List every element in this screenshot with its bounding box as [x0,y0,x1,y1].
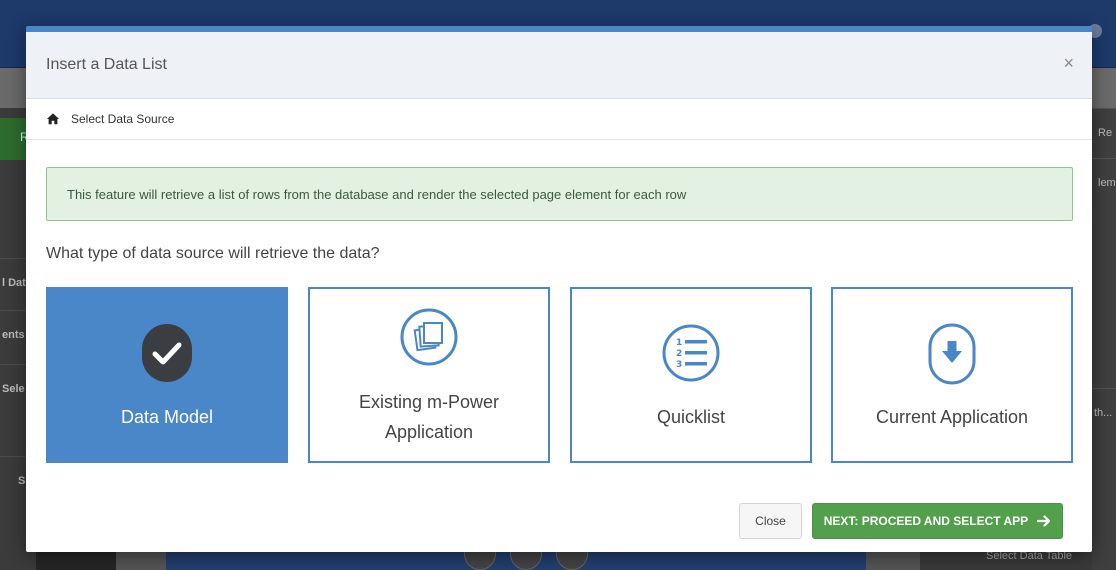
breadcrumb: Select Data Source [26,99,1092,140]
card-current-application[interactable]: Current Application [831,287,1073,463]
card-label: Data Model [120,407,214,427]
modal-header: Insert a Data List × [26,32,1092,99]
modal-title: Insert a Data List [46,56,167,73]
bg-right-panel: Re lem th... [1092,108,1116,570]
data-source-options: Data Model Existing m-Power Application … [46,287,1073,463]
copy-pages-icon [400,308,458,366]
next-button-label: NEXT: PROCEED AND SELECT APP [823,514,1028,528]
check-icon [142,324,192,382]
bg-right-item: Re [1092,108,1116,158]
arrow-right-icon [1037,515,1051,527]
home-icon[interactable] [46,112,60,126]
breadcrumb-current: Select Data Source [71,112,175,126]
card-quicklist[interactable]: 1 2 3 Quicklist [570,287,812,463]
close-icon[interactable]: × [1063,54,1074,72]
question-label: What type of data source will retrieve t… [46,245,380,262]
svg-text:1: 1 [676,338,682,348]
alert-text: This feature will retrieve a list of row… [67,187,687,202]
card-label: Current Application [875,407,1029,427]
close-button[interactable]: Close [739,503,802,539]
insert-data-list-modal: Insert a Data List × Select Data Source … [26,26,1092,552]
card-existing-application[interactable]: Existing m-Power Application [308,287,550,463]
card-data-model[interactable]: Data Model [46,287,288,463]
card-label-line1: Existing m-Power [358,392,500,412]
bg-right-item: lem [1092,158,1116,208]
svg-text:2: 2 [676,349,682,359]
download-arrow-icon [928,323,976,385]
svg-text:3: 3 [676,360,682,370]
card-label: Quicklist [656,407,725,427]
info-alert: This feature will retrieve a list of row… [46,167,1073,221]
bg-right-item: th... [1092,388,1116,438]
next-proceed-button[interactable]: NEXT: PROCEED AND SELECT APP [812,503,1063,539]
card-label-line2: Application [384,422,474,442]
numbered-list-icon: 1 2 3 [662,324,720,382]
